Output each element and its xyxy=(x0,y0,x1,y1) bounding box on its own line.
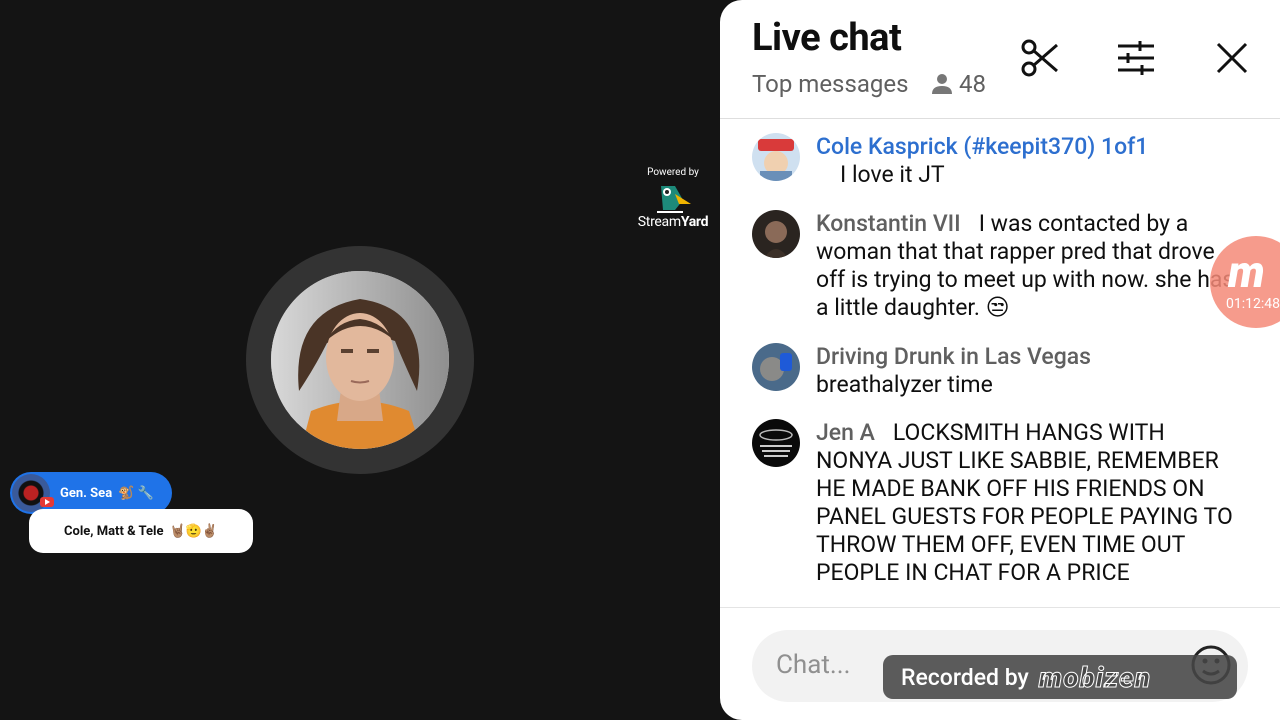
top-messages-filter[interactable]: Top messages xyxy=(752,70,908,98)
powered-by-label: Powered by xyxy=(647,167,699,178)
brand-left: Stream xyxy=(637,214,681,230)
guest-tag-emojis: 🐒 🔧 xyxy=(118,485,154,501)
chat-input-placeholder: Chat... xyxy=(776,650,851,680)
streamyard-watermark: Powered by StreamYard xyxy=(628,166,718,230)
video-area: Powered by StreamYard Gen. Sea 🐒 🔧 Cole,… xyxy=(0,0,720,720)
streamyard-brand: StreamYard xyxy=(628,214,718,230)
message-text: breathalyzer time xyxy=(816,371,993,398)
author-avatar xyxy=(752,343,800,391)
author-avatar xyxy=(752,133,800,181)
message-text: I love it JT xyxy=(840,161,945,188)
viewer-count-value: 48 xyxy=(959,70,986,98)
streamyard-logo-icon xyxy=(653,182,693,214)
settings-sliders-icon[interactable] xyxy=(1116,38,1156,78)
show-name-emojis: 🤘🏽🫡✌🏽 xyxy=(169,523,219,539)
author-avatar xyxy=(752,419,800,467)
guest-avatar xyxy=(271,271,449,449)
guest-tag-name: Gen. Sea xyxy=(60,485,113,501)
chat-message-list[interactable]: Cole Kasprick (#keepit370) 1of1 I love i… xyxy=(720,119,1280,607)
viewer-count: 48 xyxy=(931,70,986,98)
show-name-banner: Cole, Matt & Tele 🤘🏽🫡✌🏽 xyxy=(29,509,253,553)
recorded-by-watermark: Recorded by mobizen xyxy=(883,655,1237,699)
author-avatar xyxy=(752,210,800,258)
message-author[interactable]: Driving Drunk in Las Vegas xyxy=(816,343,1228,371)
chat-header: Live chat Top messages 48 xyxy=(720,0,1280,119)
close-icon[interactable] xyxy=(1212,38,1252,78)
live-chat-panel: Live chat Top messages 48 Cole Kasprick … xyxy=(720,0,1280,720)
message-body: Driving Drunk in Las Vegas breathalyzer … xyxy=(816,343,1246,399)
message-author[interactable]: Konstantin VII xyxy=(816,210,961,237)
person-icon xyxy=(932,74,952,94)
message-author[interactable]: Cole Kasprick (#keepit370) 1of1 xyxy=(816,133,1228,161)
message-author[interactable]: Jen A xyxy=(816,419,875,446)
show-name-label: Cole, Matt & Tele xyxy=(63,523,164,539)
guest-tag-avatar xyxy=(12,474,54,512)
mobizen-logo: mobizen xyxy=(1038,660,1152,694)
mobizen-letter: m xyxy=(1228,246,1265,298)
clip-scissors-icon[interactable] xyxy=(1020,38,1060,78)
recording-timer: 01:12:48 xyxy=(1226,296,1280,312)
message-body: Konstantin VII I was contacted by a woman… xyxy=(816,210,1246,322)
message-text: LOCKSMITH HANGS WITH NONYA JUST LIKE SAB… xyxy=(816,419,1233,586)
youtube-badge-icon xyxy=(40,497,54,507)
message-body: Cole Kasprick (#keepit370) 1of1 I love i… xyxy=(816,133,1246,189)
guest-name-tag: Gen. Sea 🐒 🔧 xyxy=(10,472,172,514)
chat-title: Live chat xyxy=(752,16,902,60)
brand-right: Yard xyxy=(680,214,709,230)
message-body: Jen A LOCKSMITH HANGS WITH NONYA JUST LIK… xyxy=(816,419,1246,587)
recorded-by-label: Recorded by xyxy=(901,663,1029,691)
